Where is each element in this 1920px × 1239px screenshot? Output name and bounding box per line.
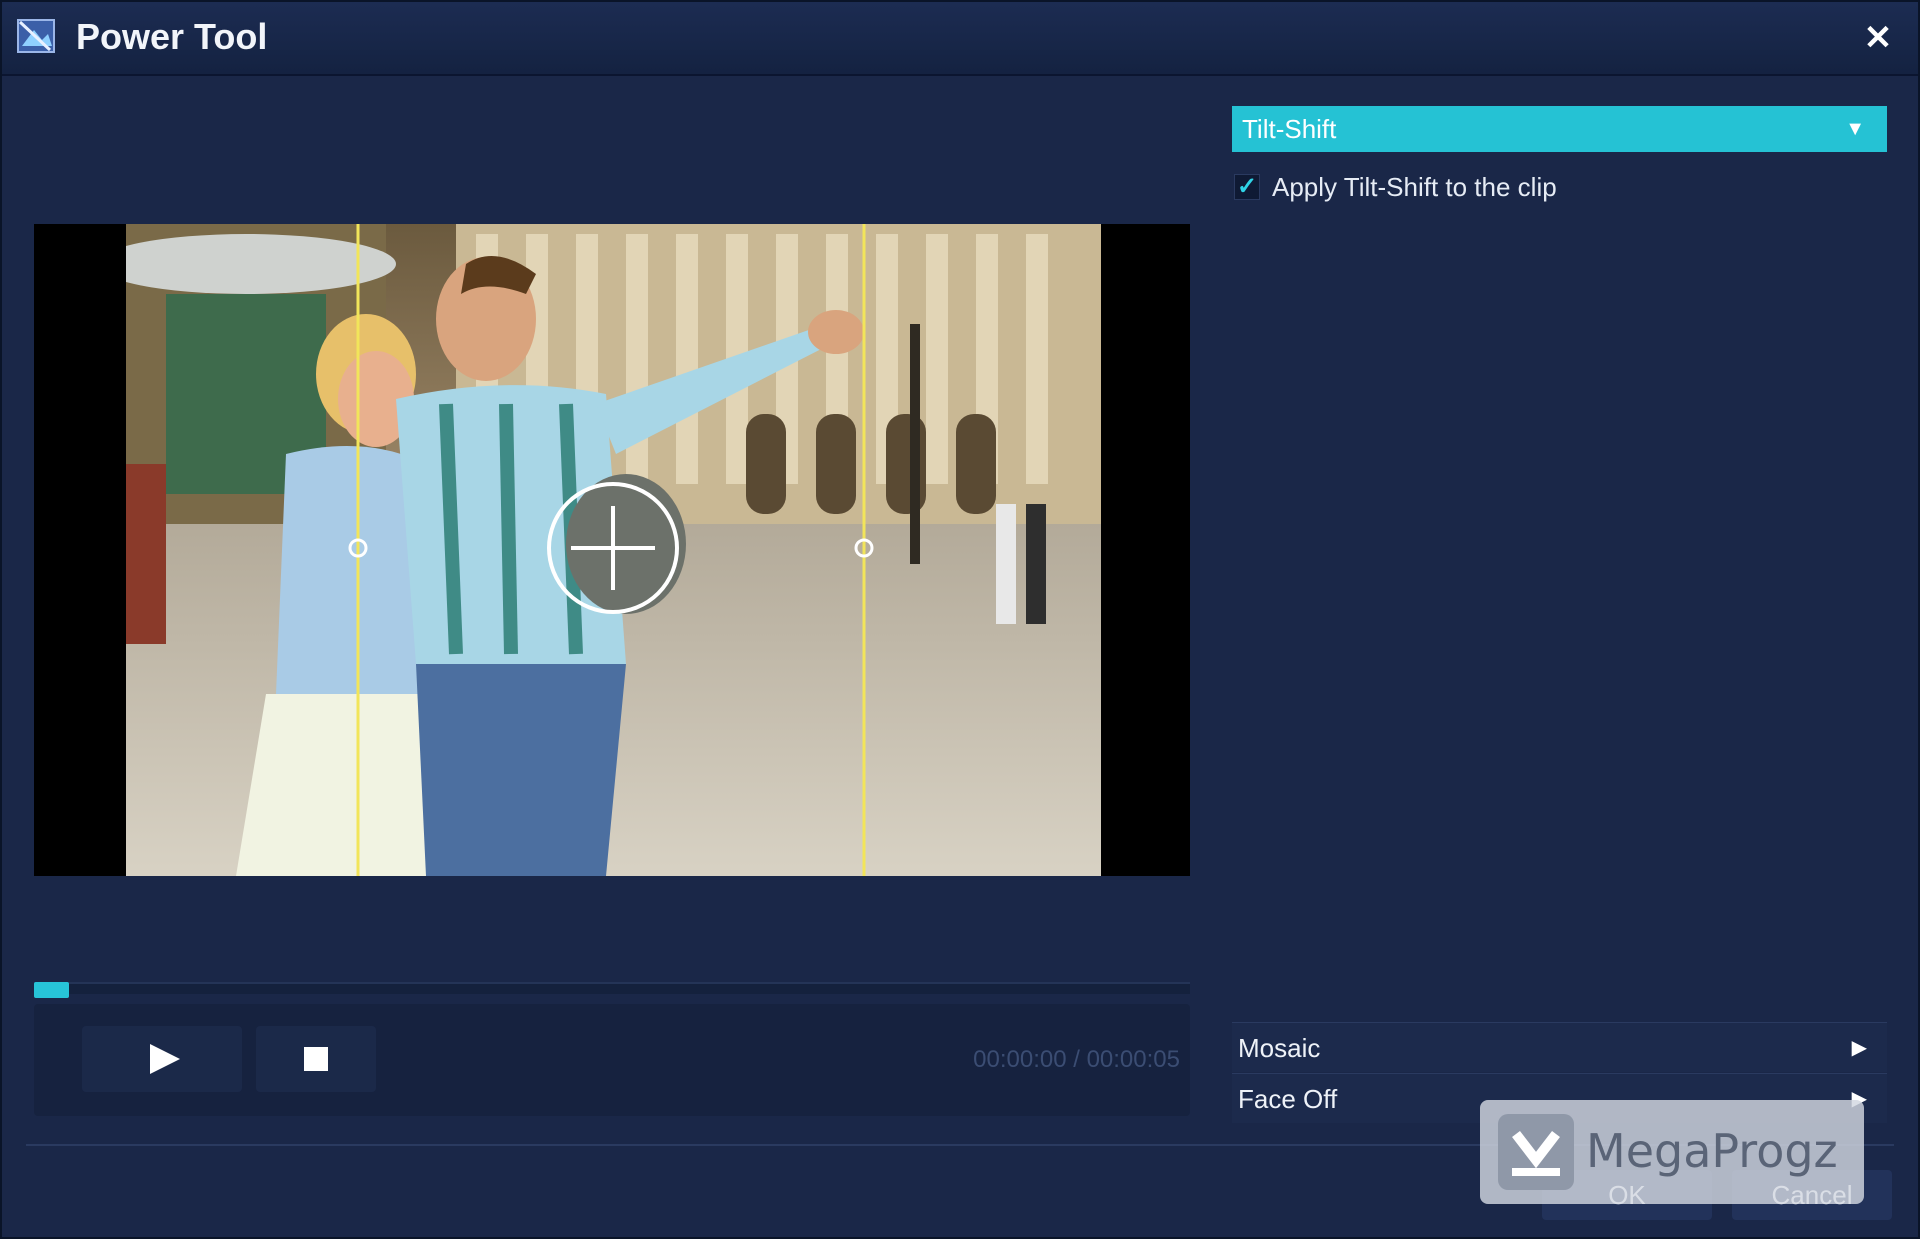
app-icon [17, 19, 55, 53]
download-logo-icon [1498, 1114, 1574, 1190]
power-tool-window: Power Tool ✕ 00:00:00 / 00:00:05 Tilt-Sh… [0, 0, 1920, 1239]
apply-label: Apply Tilt-Shift to the clip [1272, 172, 1557, 202]
watermark: MegaProgz [1480, 1100, 1864, 1204]
scrubber-progress[interactable] [34, 982, 69, 998]
video-preview[interactable] [34, 224, 1190, 876]
time-display: 00:00:00 / 00:00:05 [973, 1046, 1180, 1073]
title-bar: Power Tool ✕ [2, 2, 1918, 76]
play-button[interactable] [82, 1026, 242, 1092]
chevron-right-icon: ▶ [1851, 1037, 1867, 1059]
preview-image [126, 224, 1101, 876]
tool-label: Mosaic [1238, 1033, 1321, 1063]
chevron-down-icon: ▼ [1845, 118, 1865, 140]
play-icon [150, 1044, 180, 1074]
tool-label: Face Off [1238, 1084, 1338, 1114]
stop-icon [304, 1047, 328, 1071]
timeline-scrubber[interactable] [34, 982, 1190, 998]
stop-button[interactable] [256, 1026, 376, 1092]
checkmark-icon: ✓ [1236, 173, 1258, 200]
tool-mosaic[interactable]: Mosaic ▶ [1232, 1022, 1887, 1072]
effect-dropdown[interactable]: Tilt-Shift ▼ [1232, 106, 1887, 152]
watermark-text: MegaProgz [1586, 1124, 1838, 1178]
apply-checkbox[interactable]: ✓ [1234, 174, 1260, 200]
window-title: Power Tool [76, 16, 268, 57]
close-icon[interactable]: ✕ [1858, 18, 1898, 58]
effect-dropdown-value: Tilt-Shift [1242, 114, 1337, 144]
playback-controls: 00:00:00 / 00:00:05 [34, 1004, 1190, 1116]
